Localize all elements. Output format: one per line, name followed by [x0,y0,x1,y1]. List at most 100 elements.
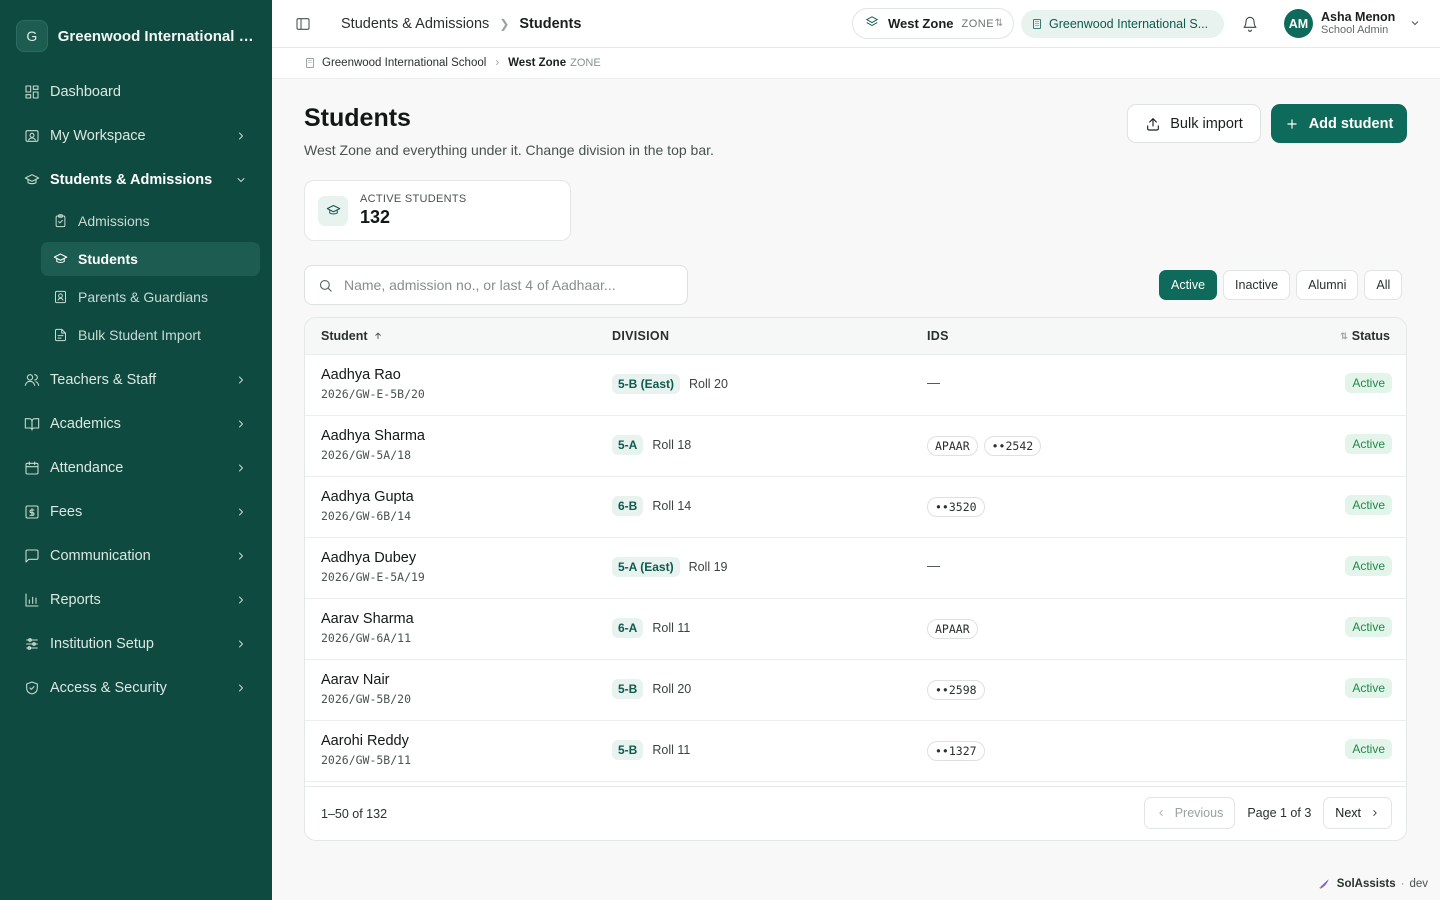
ids-cell: — [927,375,940,390]
plus-icon [1287,118,1297,129]
sidebar-item-teachers-staff[interactable]: Teachers & Staff [12,360,260,400]
empty-id: — [927,375,940,390]
filter-all[interactable]: All [1364,270,1403,300]
id-chip: APAAR [927,619,978,639]
bulk-import-label: Bulk import [1170,115,1243,132]
sidebar-item-fees[interactable]: Fees [12,492,260,532]
topbar: Students & Admissions ❯ Students West Zo… [272,0,1440,48]
breadcrumb-current: Students [519,15,582,32]
table-row[interactable]: Aadhya Gupta 2026/GW-6B/14 6-B Roll 14 •… [305,477,1406,538]
column-header-division: DIVISION [612,329,670,343]
building-icon [1033,19,1041,29]
sidebar-item-attendance[interactable]: Attendance [12,448,260,488]
scope-breadcrumb: Greenwood International School › West Zo… [272,48,1440,79]
sidebar-item-reports[interactable]: Reports [12,580,260,620]
sidebar-subitem-students[interactable]: Students [41,242,260,276]
bar-chart-icon [24,592,40,608]
chevron-right-icon [234,373,248,387]
sidebar-item-label: Academics [50,416,121,432]
table-row[interactable]: Aarohi Reddy 2026/GW-5B/11 5-B Roll 11 •… [305,721,1406,782]
roll-number: Roll 14 [652,499,692,513]
student-name[interactable]: Aarav Sharma [321,611,414,627]
table-row[interactable]: Aadhya Dubey 2026/GW-E-5A/19 5-A (East) … [305,538,1406,599]
sidebar-subitem-bulk-student-import[interactable]: Bulk Student Import [41,318,260,352]
pagination: Previous Page 1 of 3 Next [1143,797,1392,829]
student-cell: Aarav Nair 2026/GW-5B/20 [321,672,411,706]
layout-dashboard-icon [24,84,40,100]
chevron-right-icon [234,505,248,519]
roll-number: Roll 20 [652,682,692,696]
student-cell: Aadhya Gupta 2026/GW-6B/14 [321,489,414,523]
scope-school-link[interactable]: Greenwood International School [322,57,486,69]
filter-inactive[interactable]: Inactive [1223,270,1291,300]
sidebar-item-my-workspace[interactable]: My Workspace [12,116,260,156]
sidebar-item-communication[interactable]: Communication [12,536,260,576]
zone-selector[interactable]: West Zone ZONE ⇅ [852,8,1014,39]
chevron-right-icon [234,461,248,475]
division-badge: 5-B (East) [612,374,681,394]
student-cell: Aadhya Rao 2026/GW-E-5B/20 [321,367,425,401]
search-input[interactable] [344,277,664,293]
next-page-button[interactable]: Next [1323,797,1392,829]
student-name[interactable]: Aadhya Dubey [321,550,425,566]
table-row[interactable]: Aarav Sharma 2026/GW-6A/11 6-A Roll 11 A… [305,599,1406,660]
division-cell: 5-A (East) Roll 19 [612,557,728,577]
sidebar-item-access-security[interactable]: Access & Security [12,668,260,708]
table-row[interactable]: Aadhya Sharma 2026/GW-5A/18 5-A Roll 18 … [305,416,1406,477]
student-name[interactable]: Aadhya Rao [321,367,425,383]
division-badge: 5-A [612,435,644,455]
sidebar: G Greenwood International Sc... Dashboar… [0,0,272,900]
admission-number: 2026/GW-5B/20 [321,692,412,706]
previous-page-button[interactable]: Previous [1143,797,1236,829]
admission-number: 2026/GW-6A/11 [321,631,412,645]
student-cell: Aadhya Sharma 2026/GW-5A/18 [321,428,425,462]
bulk-import-button[interactable]: Bulk import [1127,104,1261,143]
sidebar-subitem-parents-guardians[interactable]: Parents & Guardians [41,280,260,314]
chevron-down-icon [1409,16,1421,32]
student-name[interactable]: Aarohi Reddy [321,733,411,749]
division-cell: 5-B Roll 11 [612,740,690,760]
breadcrumb: Students & Admissions ❯ Students [341,16,581,32]
filter-alumni[interactable]: Alumni [1296,270,1359,300]
division-badge: 5-B [612,740,644,760]
sidebar-item-students-admissions[interactable]: Students & Admissions [12,160,260,200]
table-row[interactable]: Aarav Nair 2026/GW-5B/20 5-B Roll 20 ••2… [305,660,1406,721]
id-chip: ••1327 [927,741,985,761]
sidebar-item-institution-setup[interactable]: Institution Setup [12,624,260,664]
brand-name: Greenwood International Sc... [57,27,256,45]
sidebar-item-dashboard[interactable]: Dashboard [12,72,260,112]
status-badge: Active [1345,434,1392,454]
chevron-right-icon [234,129,248,143]
empty-id: — [927,558,940,573]
table-row[interactable]: Aadhya Rao 2026/GW-E-5B/20 5-B (East) Ro… [305,355,1406,416]
user-menu[interactable]: AM Asha Menon School Admin [1284,9,1421,38]
upload-icon [1147,117,1160,131]
sidebar-subitem-admissions[interactable]: Admissions [41,204,260,238]
roll-number: Roll 18 [652,438,692,452]
column-header-student[interactable]: Student [321,329,383,343]
footer-brand-name: SolAssists [1336,878,1396,890]
sidebar-subitem-label: Admissions [78,213,150,229]
id-chip: ••2542 [983,436,1042,456]
brand[interactable]: G Greenwood International Sc... [0,0,272,72]
chevron-right-icon [234,417,248,431]
status-badge: Active [1345,556,1392,576]
footer-brand: SolAssists · dev [1317,877,1428,891]
status-badge: Active [1345,495,1392,515]
student-name[interactable]: Aarav Nair [321,672,411,688]
filter-active[interactable]: Active [1159,270,1218,300]
student-name[interactable]: Aadhya Gupta [321,489,414,505]
student-name[interactable]: Aadhya Sharma [321,428,425,444]
receipt-icon [24,504,40,520]
sidebar-item-academics[interactable]: Academics [12,404,260,444]
page-subtitle: West Zone and everything under it. Chang… [304,142,714,158]
sidebar-item-label: Access & Security [50,680,167,696]
school-selector[interactable]: Greenwood International S... [1021,10,1224,38]
sidebar-toggle-button[interactable] [288,9,318,39]
chevron-down-icon [234,173,248,187]
notifications-button[interactable] [1240,14,1260,34]
search-box [304,265,688,305]
breadcrumb-link[interactable]: Students & Admissions [341,16,489,32]
add-student-button[interactable]: Add student [1271,104,1407,143]
column-header-status[interactable]: ⇅ Status [1340,329,1390,343]
